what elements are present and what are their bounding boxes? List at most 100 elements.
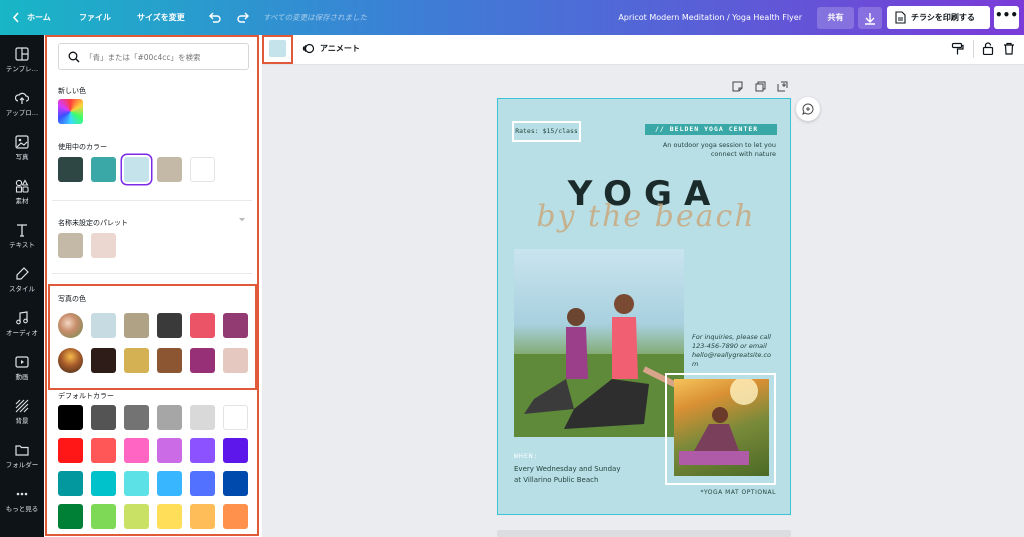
sidebar-item-label: フォルダー	[5, 461, 39, 469]
paint-roller-icon[interactable]	[951, 42, 964, 55]
photo-thumbnail[interactable]	[58, 313, 83, 338]
trash-icon[interactable]	[1003, 42, 1015, 55]
photo-thumbnail[interactable]	[58, 348, 83, 373]
default-color-swatch[interactable]	[190, 471, 215, 496]
default-color-swatch[interactable]	[58, 471, 83, 496]
print-flyer-button[interactable]: チラシを印刷する	[887, 6, 990, 29]
when-label[interactable]: WHEN:	[514, 452, 539, 460]
default-color-swatch[interactable]	[223, 471, 248, 496]
upload-icon	[15, 92, 29, 104]
mat-note[interactable]: *YOGA MAT OPTIONAL	[700, 489, 776, 496]
default-color-swatch[interactable]	[124, 504, 149, 529]
undo-icon[interactable]	[208, 0, 222, 35]
default-color-swatch[interactable]	[190, 405, 215, 430]
meditation-photo[interactable]	[674, 377, 769, 476]
back-chevron-icon[interactable]	[12, 0, 20, 35]
photo-color-swatch[interactable]	[91, 313, 116, 338]
more-options-button[interactable]: •••	[994, 6, 1019, 29]
palette-swatch[interactable]	[91, 233, 116, 258]
sidebar-item-styles[interactable]: スタイル	[0, 261, 44, 305]
palette-swatch[interactable]	[58, 233, 83, 258]
default-color-swatch[interactable]	[157, 471, 182, 496]
default-color-swatch[interactable]	[223, 504, 248, 529]
sidebar-item-elements[interactable]: 素材	[0, 173, 44, 217]
sidebar-item-photos[interactable]: 写真	[0, 129, 44, 173]
default-color-swatch[interactable]	[223, 438, 248, 463]
sidebar-item-background[interactable]: 背景	[0, 393, 44, 437]
note-icon[interactable]	[732, 81, 743, 92]
new-color-button[interactable]	[58, 99, 83, 124]
sidebar-item-uploads[interactable]: アップロ…	[0, 85, 44, 129]
yoga-group-photo[interactable]	[514, 249, 686, 437]
sidebar-item-audio[interactable]: オーディオ	[0, 305, 44, 349]
photo-color-swatch[interactable]	[91, 348, 116, 373]
resize-button[interactable]: サイズを変更	[137, 0, 185, 35]
download-button[interactable]	[858, 7, 882, 29]
photo-color-swatch[interactable]	[157, 313, 182, 338]
add-page-icon[interactable]	[777, 81, 788, 92]
color-search[interactable]	[58, 43, 249, 70]
context-toolbar	[262, 35, 1024, 65]
photo-color-swatch[interactable]	[223, 313, 248, 338]
default-color-swatch[interactable]	[157, 405, 182, 430]
sidebar-item-folders[interactable]: フォルダー	[0, 437, 44, 481]
default-color-swatch[interactable]	[124, 438, 149, 463]
photo-icon	[15, 135, 29, 149]
home-button[interactable]: ホーム	[27, 0, 51, 35]
default-color-swatch[interactable]	[91, 438, 116, 463]
lock-icon[interactable]	[982, 42, 994, 55]
rates-box[interactable]: Rates: $15/class	[512, 121, 581, 142]
script-subtitle[interactable]: by the beach	[526, 199, 766, 234]
color-search-input[interactable]	[85, 50, 243, 64]
photo-color-swatch[interactable]	[124, 348, 149, 373]
photo-color-swatch[interactable]	[190, 348, 215, 373]
video-icon	[15, 356, 29, 368]
redo-icon[interactable]	[236, 0, 250, 35]
tagline[interactable]: An outdoor yoga session to let you conne…	[646, 141, 776, 159]
in-use-colors-label: 使用中のカラー	[58, 143, 107, 151]
default-color-swatch[interactable]	[91, 405, 116, 430]
in-use-swatch-selected[interactable]	[124, 157, 149, 182]
more-icon	[16, 492, 28, 496]
chevron-down-icon[interactable]	[238, 217, 246, 223]
animate-icon[interactable]	[302, 42, 315, 55]
document-title[interactable]: Apricot Modern Meditation / Yoga Health …	[618, 0, 802, 35]
when-text[interactable]: Every Wednesday and Sunday at Villarino …	[514, 464, 620, 486]
photo-color-swatch[interactable]	[124, 313, 149, 338]
default-color-swatch[interactable]	[91, 471, 116, 496]
default-color-swatch[interactable]	[190, 438, 215, 463]
default-color-swatch[interactable]	[91, 504, 116, 529]
default-color-swatch[interactable]	[223, 405, 248, 430]
when-line: at Villarino Public Beach	[514, 476, 599, 484]
flyer-page[interactable]: Rates: $15/class // BELDEN YOGA CENTER A…	[497, 98, 791, 515]
animate-button[interactable]: アニメート	[320, 43, 360, 54]
default-color-swatch[interactable]	[124, 405, 149, 430]
default-color-swatch[interactable]	[58, 405, 83, 430]
in-use-swatch[interactable]	[58, 157, 83, 182]
inquiry-text[interactable]: For inquiries, please call 123-456-7890 …	[692, 333, 771, 369]
photo-color-swatch[interactable]	[190, 313, 215, 338]
comment-icon	[802, 103, 814, 115]
comment-button[interactable]	[796, 97, 820, 121]
default-color-swatch[interactable]	[58, 504, 83, 529]
default-color-swatch[interactable]	[157, 438, 182, 463]
top-bar: ホーム ファイル サイズを変更 すべての変更は保存されました Apricot M…	[0, 0, 1024, 35]
file-menu[interactable]: ファイル	[79, 0, 111, 35]
sidebar-item-more[interactable]: もっと見る	[0, 481, 44, 525]
center-banner[interactable]: // BELDEN YOGA CENTER	[645, 124, 777, 135]
default-color-swatch[interactable]	[157, 504, 182, 529]
photo-color-swatch[interactable]	[223, 348, 248, 373]
default-color-swatch[interactable]	[124, 471, 149, 496]
in-use-swatch[interactable]	[157, 157, 182, 182]
sidebar-item-video[interactable]: 動画	[0, 349, 44, 393]
share-button[interactable]: 共有	[817, 7, 854, 29]
default-color-swatch[interactable]	[190, 504, 215, 529]
sidebar-item-templates[interactable]: テンプレ…	[0, 41, 44, 85]
next-page-preview[interactable]	[497, 530, 791, 537]
default-color-swatch[interactable]	[58, 438, 83, 463]
duplicate-page-icon[interactable]	[755, 81, 766, 92]
in-use-swatch[interactable]	[91, 157, 116, 182]
photo-color-swatch[interactable]	[157, 348, 182, 373]
sidebar-item-text[interactable]: テキスト	[0, 217, 44, 261]
in-use-swatch[interactable]	[190, 157, 215, 182]
